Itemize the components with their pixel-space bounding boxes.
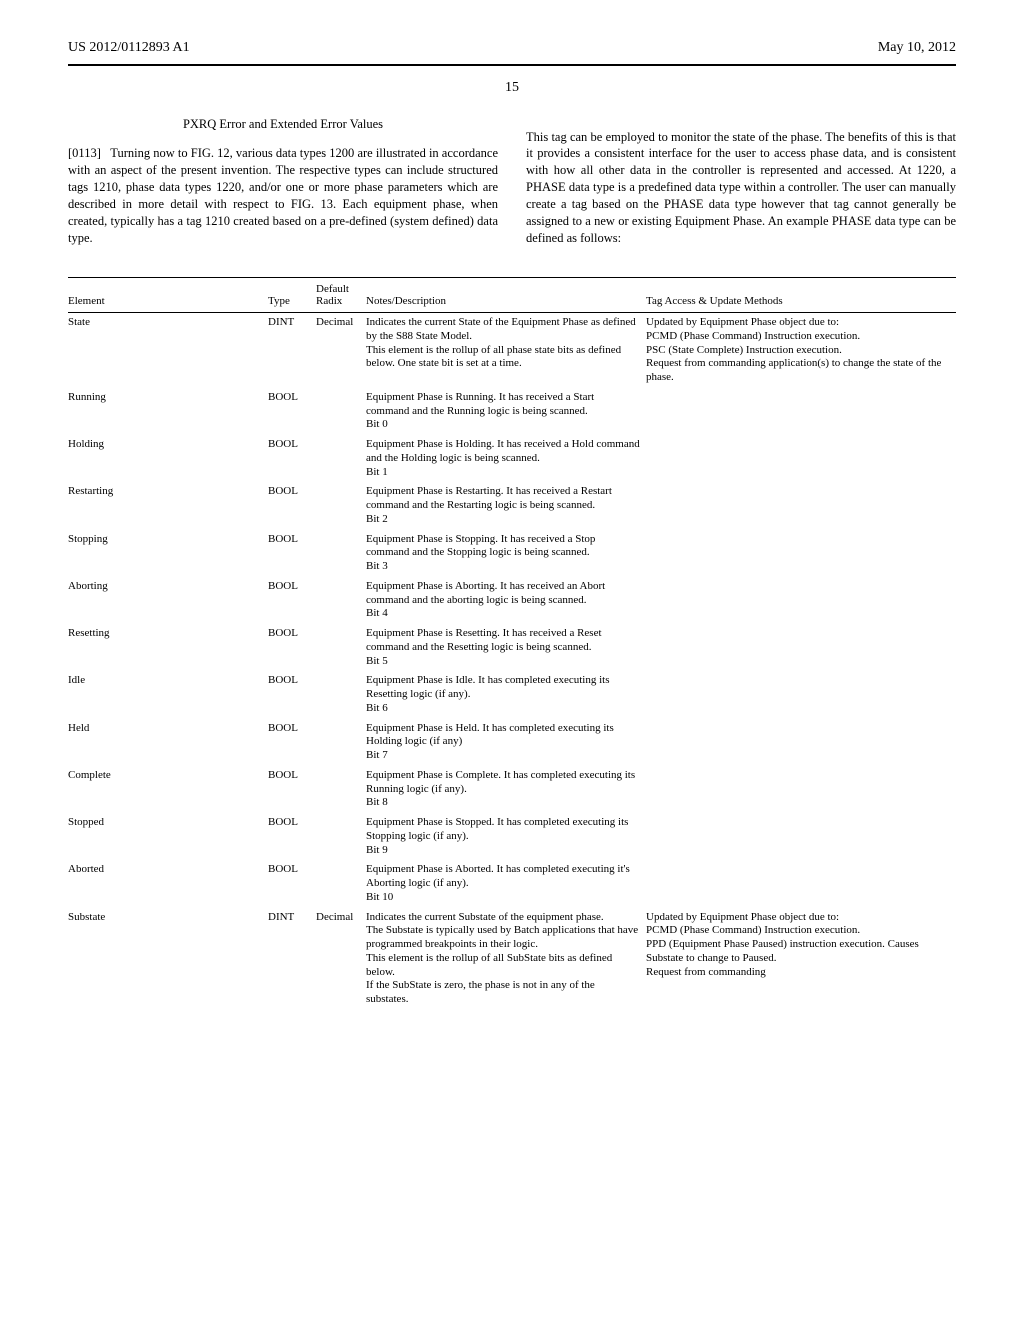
cell-notes: Equipment Phase is Idle. It has complete… — [366, 671, 646, 718]
table-row: IdleBOOL Equipment Phase is Idle. It has … — [68, 671, 956, 718]
cell-type: BOOL — [268, 530, 316, 577]
cell-notes: Equipment Phase is Holding. It has recei… — [366, 435, 646, 482]
cell-access — [646, 482, 956, 529]
th-element: Element — [68, 278, 268, 313]
cell-notes: Equipment Phase is Stopped. It has compl… — [366, 813, 646, 860]
cell-type: BOOL — [268, 624, 316, 671]
cell-access — [646, 860, 956, 907]
cell-type: DINT — [268, 313, 316, 388]
cell-notes: Equipment Phase is Aborting. It has rece… — [366, 577, 646, 624]
paragraph-right: This tag can be employed to monitor the … — [526, 129, 956, 247]
table-row: SubstateDINTDecimalIndicates the current… — [68, 908, 956, 1010]
cell-element: Restarting — [68, 482, 268, 529]
cell-access — [646, 671, 956, 718]
cell-access — [646, 388, 956, 435]
cell-access — [646, 435, 956, 482]
cell-notes: Equipment Phase is Complete. It has comp… — [366, 766, 646, 813]
cell-notes: Equipment Phase is Running. It has recei… — [366, 388, 646, 435]
paragraph-text: Turning now to FIG. 12, various data typ… — [68, 146, 498, 244]
page-header: US 2012/0112893 A1 May 10, 2012 — [68, 40, 956, 56]
left-column: PXRQ Error and Extended Error Values [01… — [68, 116, 498, 259]
cell-notes: Equipment Phase is Resetting. It has rec… — [366, 624, 646, 671]
cell-notes: Equipment Phase is Held. It has complete… — [366, 719, 646, 766]
header-rule — [68, 64, 956, 66]
cell-radix — [316, 719, 366, 766]
cell-access — [646, 813, 956, 860]
table-row: StateDINTDecimalIndicates the current St… — [68, 313, 956, 388]
cell-type: BOOL — [268, 435, 316, 482]
cell-type: BOOL — [268, 719, 316, 766]
table-row: RestartingBOOL Equipment Phase is Restart… — [68, 482, 956, 529]
cell-radix — [316, 860, 366, 907]
cell-element: Running — [68, 388, 268, 435]
phase-data-type-table: Element Type Default Radix Notes/Descrip… — [68, 277, 956, 1010]
section-title: PXRQ Error and Extended Error Values — [68, 116, 498, 133]
cell-radix — [316, 813, 366, 860]
th-notes: Notes/Description — [366, 278, 646, 313]
table-row: ResettingBOOL Equipment Phase is Resettin… — [68, 624, 956, 671]
table-row: HoldingBOOL Equipment Phase is Holding. I… — [68, 435, 956, 482]
cell-element: Resetting — [68, 624, 268, 671]
cell-element: Substate — [68, 908, 268, 1010]
right-column: This tag can be employed to monitor the … — [526, 116, 956, 259]
cell-radix — [316, 624, 366, 671]
cell-notes: Equipment Phase is Stopping. It has rece… — [366, 530, 646, 577]
table-row: RunningBOOL Equipment Phase is Running. I… — [68, 388, 956, 435]
paragraph-0113: [0113] Turning now to FIG. 12, various d… — [68, 145, 498, 246]
th-type: Type — [268, 278, 316, 313]
cell-access: Updated by Equipment Phase object due to… — [646, 313, 956, 388]
cell-type: BOOL — [268, 671, 316, 718]
cell-access — [646, 530, 956, 577]
cell-type: BOOL — [268, 813, 316, 860]
cell-element: Complete — [68, 766, 268, 813]
cell-element: Stopped — [68, 813, 268, 860]
cell-access — [646, 624, 956, 671]
th-access: Tag Access & Update Methods — [646, 278, 956, 313]
table-row: CompleteBOOL Equipment Phase is Complete.… — [68, 766, 956, 813]
cell-access — [646, 577, 956, 624]
cell-element: Held — [68, 719, 268, 766]
cell-access — [646, 766, 956, 813]
paragraph-label: [0113] — [68, 146, 101, 160]
cell-element: Holding — [68, 435, 268, 482]
cell-radix — [316, 530, 366, 577]
cell-access: Updated by Equipment Phase object due to… — [646, 908, 956, 1010]
cell-notes: Equipment Phase is Aborted. It has compl… — [366, 860, 646, 907]
table-row: StoppingBOOL Equipment Phase is Stopping.… — [68, 530, 956, 577]
table-row: AbortedBOOL Equipment Phase is Aborted. I… — [68, 860, 956, 907]
cell-radix: Decimal — [316, 313, 366, 388]
cell-type: BOOL — [268, 860, 316, 907]
table-row: HeldBOOL Equipment Phase is Held. It has … — [68, 719, 956, 766]
cell-type: BOOL — [268, 388, 316, 435]
cell-type: BOOL — [268, 577, 316, 624]
cell-access — [646, 719, 956, 766]
th-radix: Default Radix — [316, 278, 366, 313]
cell-element: Aborted — [68, 860, 268, 907]
cell-notes: Indicates the current Substate of the eq… — [366, 908, 646, 1010]
cell-type: BOOL — [268, 482, 316, 529]
cell-type: BOOL — [268, 766, 316, 813]
cell-radix — [316, 482, 366, 529]
publication-number: US 2012/0112893 A1 — [68, 40, 190, 56]
cell-radix — [316, 766, 366, 813]
cell-notes: Indicates the current State of the Equip… — [366, 313, 646, 388]
cell-radix — [316, 671, 366, 718]
cell-notes: Equipment Phase is Restarting. It has re… — [366, 482, 646, 529]
body-columns: PXRQ Error and Extended Error Values [01… — [68, 116, 956, 259]
page-number: 15 — [68, 80, 956, 96]
cell-radix: Decimal — [316, 908, 366, 1010]
table-row: StoppedBOOL Equipment Phase is Stopped. I… — [68, 813, 956, 860]
cell-element: Stopping — [68, 530, 268, 577]
cell-element: State — [68, 313, 268, 388]
cell-element: Idle — [68, 671, 268, 718]
cell-radix — [316, 388, 366, 435]
cell-radix — [316, 435, 366, 482]
publication-date: May 10, 2012 — [878, 40, 956, 56]
cell-radix — [316, 577, 366, 624]
cell-element: Aborting — [68, 577, 268, 624]
cell-type: DINT — [268, 908, 316, 1010]
table-row: AbortingBOOL Equipment Phase is Aborting.… — [68, 577, 956, 624]
